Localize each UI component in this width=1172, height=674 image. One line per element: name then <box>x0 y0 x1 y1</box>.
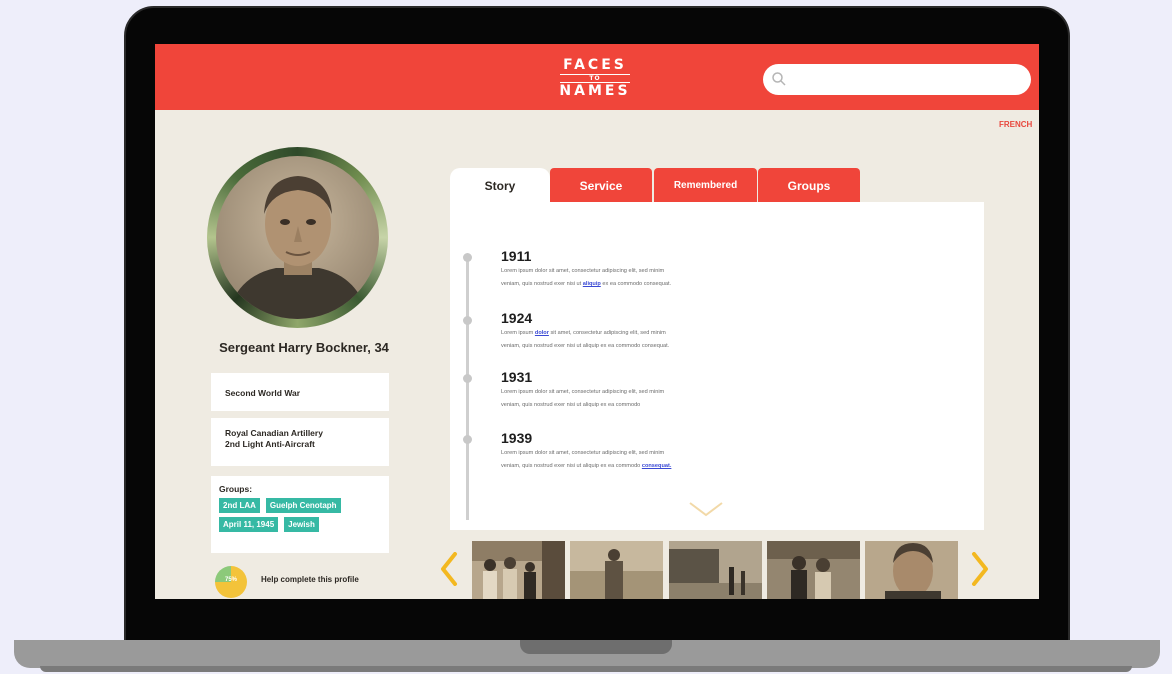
profile-avatar-frame <box>207 147 388 328</box>
portrait-photo <box>216 156 379 319</box>
soldier-name: Sergeant Harry Bockner, 34 <box>219 340 389 355</box>
timeline-entry: 1911 Lorem ipsum dolor sit amet, consect… <box>501 247 781 291</box>
groups-card: Groups: 2nd LAA Guelph Cenotaph April 11… <box>211 476 389 553</box>
conflict-text: Second World War <box>225 388 301 398</box>
conflict-card: Second World War <box>211 373 389 411</box>
photo-family-group <box>472 541 565 599</box>
timeline-dot <box>463 253 472 262</box>
timeline-text-line: veniam, quis nostrud exer nisi ut aliqui… <box>501 463 641 469</box>
timeline-text-line: veniam, quis nostrud exer nisi ut aliqui… <box>501 343 670 349</box>
gallery-thumbnail[interactable] <box>472 541 565 599</box>
timeline-year: 1939 <box>501 430 533 446</box>
gallery-thumbnail[interactable] <box>865 541 958 599</box>
timeline-dot <box>463 316 472 325</box>
timeline-entry: 1924 Lorem ipsum dolor sit amet, consect… <box>501 309 781 353</box>
timeline-line <box>466 254 469 520</box>
avatar <box>216 156 379 319</box>
site-header: FACES TO NAMES <box>155 44 1039 110</box>
profile-completion-ring[interactable]: 75% <box>215 566 247 598</box>
logo-names: NAMES <box>559 83 631 99</box>
photo-train-platform <box>669 541 762 599</box>
gallery-thumbnail[interactable] <box>570 541 663 599</box>
timeline-dot <box>463 435 472 444</box>
timeline-text-line: Lorem ipsum <box>501 330 534 336</box>
tab-groups[interactable]: Groups <box>758 168 860 203</box>
timeline-link[interactable]: consequat. <box>642 463 672 469</box>
timeline-year: 1911 <box>501 248 532 264</box>
timeline-link[interactable]: dolor <box>535 330 549 336</box>
help-complete-link[interactable]: Help complete this profile <box>261 575 359 584</box>
language-toggle-link[interactable]: FRENCH <box>999 120 1032 129</box>
group-tag[interactable]: Guelph Cenotaph <box>265 498 341 513</box>
search-input[interactable] <box>763 64 1031 95</box>
timeline-year: 1924 <box>501 310 533 326</box>
tab-remembered[interactable]: Remembered <box>654 168 757 203</box>
search-icon <box>772 72 786 86</box>
group-tag[interactable]: Jewish <box>284 517 319 532</box>
timeline-year: 1931 <box>501 369 533 385</box>
timeline-text-line: ex ea commodo consequat. <box>602 281 672 287</box>
group-tag[interactable]: 2nd LAA <box>219 498 260 513</box>
screen: FACES TO NAMES FRENCH Sergeant Harry Boc… <box>155 44 1039 599</box>
timeline-text-line: sit amet, consectetur adipiscing elit, s… <box>550 330 666 336</box>
photo-couple <box>767 541 860 599</box>
timeline-dot <box>463 374 472 383</box>
group-tag[interactable]: April 11, 1945 <box>219 517 279 532</box>
timeline-text-line: Lorem ipsum dolor sit amet, consectetur … <box>501 450 665 456</box>
unit-card: Royal Canadian Artillery 2nd Light Anti-… <box>211 418 389 466</box>
logo-to: TO <box>560 74 630 83</box>
photo-soldier-standing <box>570 541 663 599</box>
tab-story[interactable]: Story <box>450 168 550 204</box>
chevron-left-icon[interactable] <box>439 552 459 586</box>
tab-service[interactable]: Service <box>550 168 652 203</box>
timeline-text: Lorem ipsum dolor sit amet, consectetur … <box>501 327 781 353</box>
unit-battery-text: 2nd Light Anti-Aircraft <box>225 439 315 449</box>
group-tags: 2nd LAA Guelph Cenotaph April 11, 1945 J… <box>219 498 381 532</box>
timeline-entry: 1939 Lorem ipsum dolor sit amet, consect… <box>501 429 781 473</box>
photo-portrait-closeup <box>865 541 958 599</box>
timeline-text-line: Lorem ipsum dolor sit amet, consectetur … <box>501 268 665 274</box>
timeline-text: Lorem ipsum dolor sit amet, consectetur … <box>501 265 781 291</box>
logo-faces: FACES <box>563 57 627 73</box>
timeline-text-line: veniam, quis nostrud exer nisi ut <box>501 281 582 287</box>
laptop-base-shadow <box>40 666 1132 672</box>
chevron-right-icon[interactable] <box>970 552 990 586</box>
gallery-thumbnail[interactable] <box>669 541 762 599</box>
timeline-text: Lorem ipsum dolor sit amet, consectetur … <box>501 447 781 473</box>
story-panel: 1911 Lorem ipsum dolor sit amet, consect… <box>450 202 984 530</box>
chevron-down-icon[interactable] <box>688 500 724 518</box>
timeline-text-line: Lorem ipsum dolor sit amet, consectetur … <box>501 389 665 395</box>
gallery-thumbnail[interactable] <box>767 541 860 599</box>
timeline-text-line: veniam, quis nostrud exer nisi ut aliqui… <box>501 402 641 408</box>
timeline-link[interactable]: aliquip <box>583 281 601 287</box>
timeline-text: Lorem ipsum dolor sit amet, consectetur … <box>501 386 781 412</box>
timeline-entry: 1931 Lorem ipsum dolor sit amet, consect… <box>501 368 781 412</box>
unit-regiment-text: Royal Canadian Artillery <box>225 428 323 438</box>
completion-percent: 75% <box>224 577 237 583</box>
site-logo[interactable]: FACES TO NAMES <box>550 58 640 99</box>
groups-label: Groups: <box>219 484 253 494</box>
laptop-notch <box>520 640 672 654</box>
